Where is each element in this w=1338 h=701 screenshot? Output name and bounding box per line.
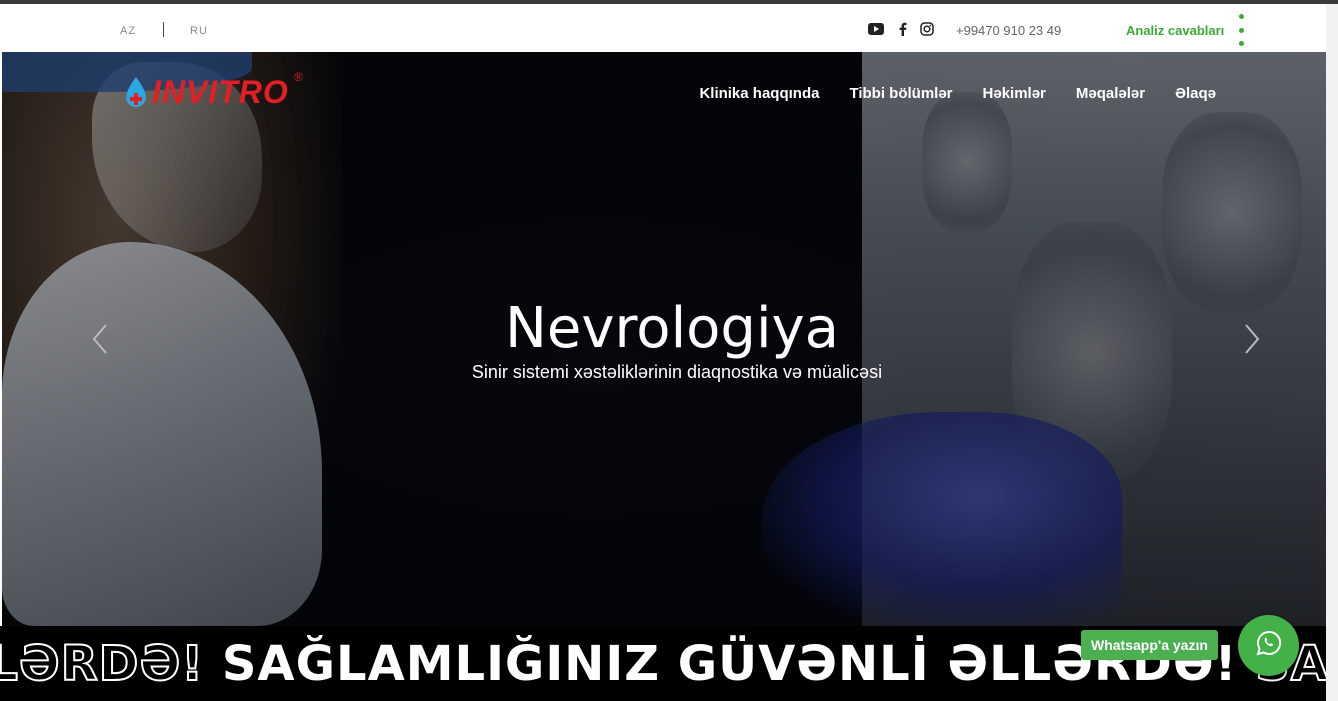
language-az[interactable]: AZ xyxy=(120,25,136,37)
whatsapp-button[interactable] xyxy=(1238,615,1299,676)
hero-title: Nevrologiya xyxy=(505,296,839,361)
scrollbar-track[interactable] xyxy=(1326,4,1338,701)
registered-mark: ® xyxy=(293,70,303,84)
phone-number[interactable]: +99470 910 23 49 xyxy=(956,23,1061,38)
main-nav: Klinika haqqında Tibbi bölümlər Həkimlər… xyxy=(699,85,1216,102)
nav-departments[interactable]: Tibbi bölümlər xyxy=(849,85,952,102)
language-ru[interactable]: RU xyxy=(190,25,208,37)
nav-contact[interactable]: Əlaqə xyxy=(1175,85,1216,102)
nav-doctors[interactable]: Həkimlər xyxy=(983,85,1046,102)
nav-articles[interactable]: Məqalələr xyxy=(1076,85,1145,102)
facebook-icon[interactable] xyxy=(894,21,910,37)
whatsapp-label[interactable]: Whatsapp'a yazın xyxy=(1081,630,1218,660)
youtube-icon[interactable] xyxy=(868,21,884,37)
top-bar: AZ RU +99470 910 23 49 Analiz cavabları xyxy=(2,8,1326,52)
logo[interactable]: INVITRO ® xyxy=(124,70,303,111)
logo-text: INVITRO xyxy=(152,74,289,110)
more-menu-icon[interactable] xyxy=(1238,14,1244,46)
nav-about[interactable]: Klinika haqqında xyxy=(699,85,819,102)
instagram-icon[interactable] xyxy=(919,21,935,37)
marquee-outline-text: ƏLLƏRDƏ! xyxy=(0,635,205,693)
hero-subtitle: Sinir sistemi xəstəliklərinin diaqnostik… xyxy=(471,362,883,382)
drop-icon xyxy=(124,76,148,110)
language-divider xyxy=(163,22,164,37)
whatsapp-icon xyxy=(1256,630,1282,661)
hero-slider: INVITRO ® Klinika haqqında Tibbi bölümlə… xyxy=(2,52,1326,626)
analysis-results-link[interactable]: Analiz cavabları xyxy=(1126,23,1224,38)
page: AZ RU +99470 910 23 49 Analiz cavabları xyxy=(0,0,1338,701)
